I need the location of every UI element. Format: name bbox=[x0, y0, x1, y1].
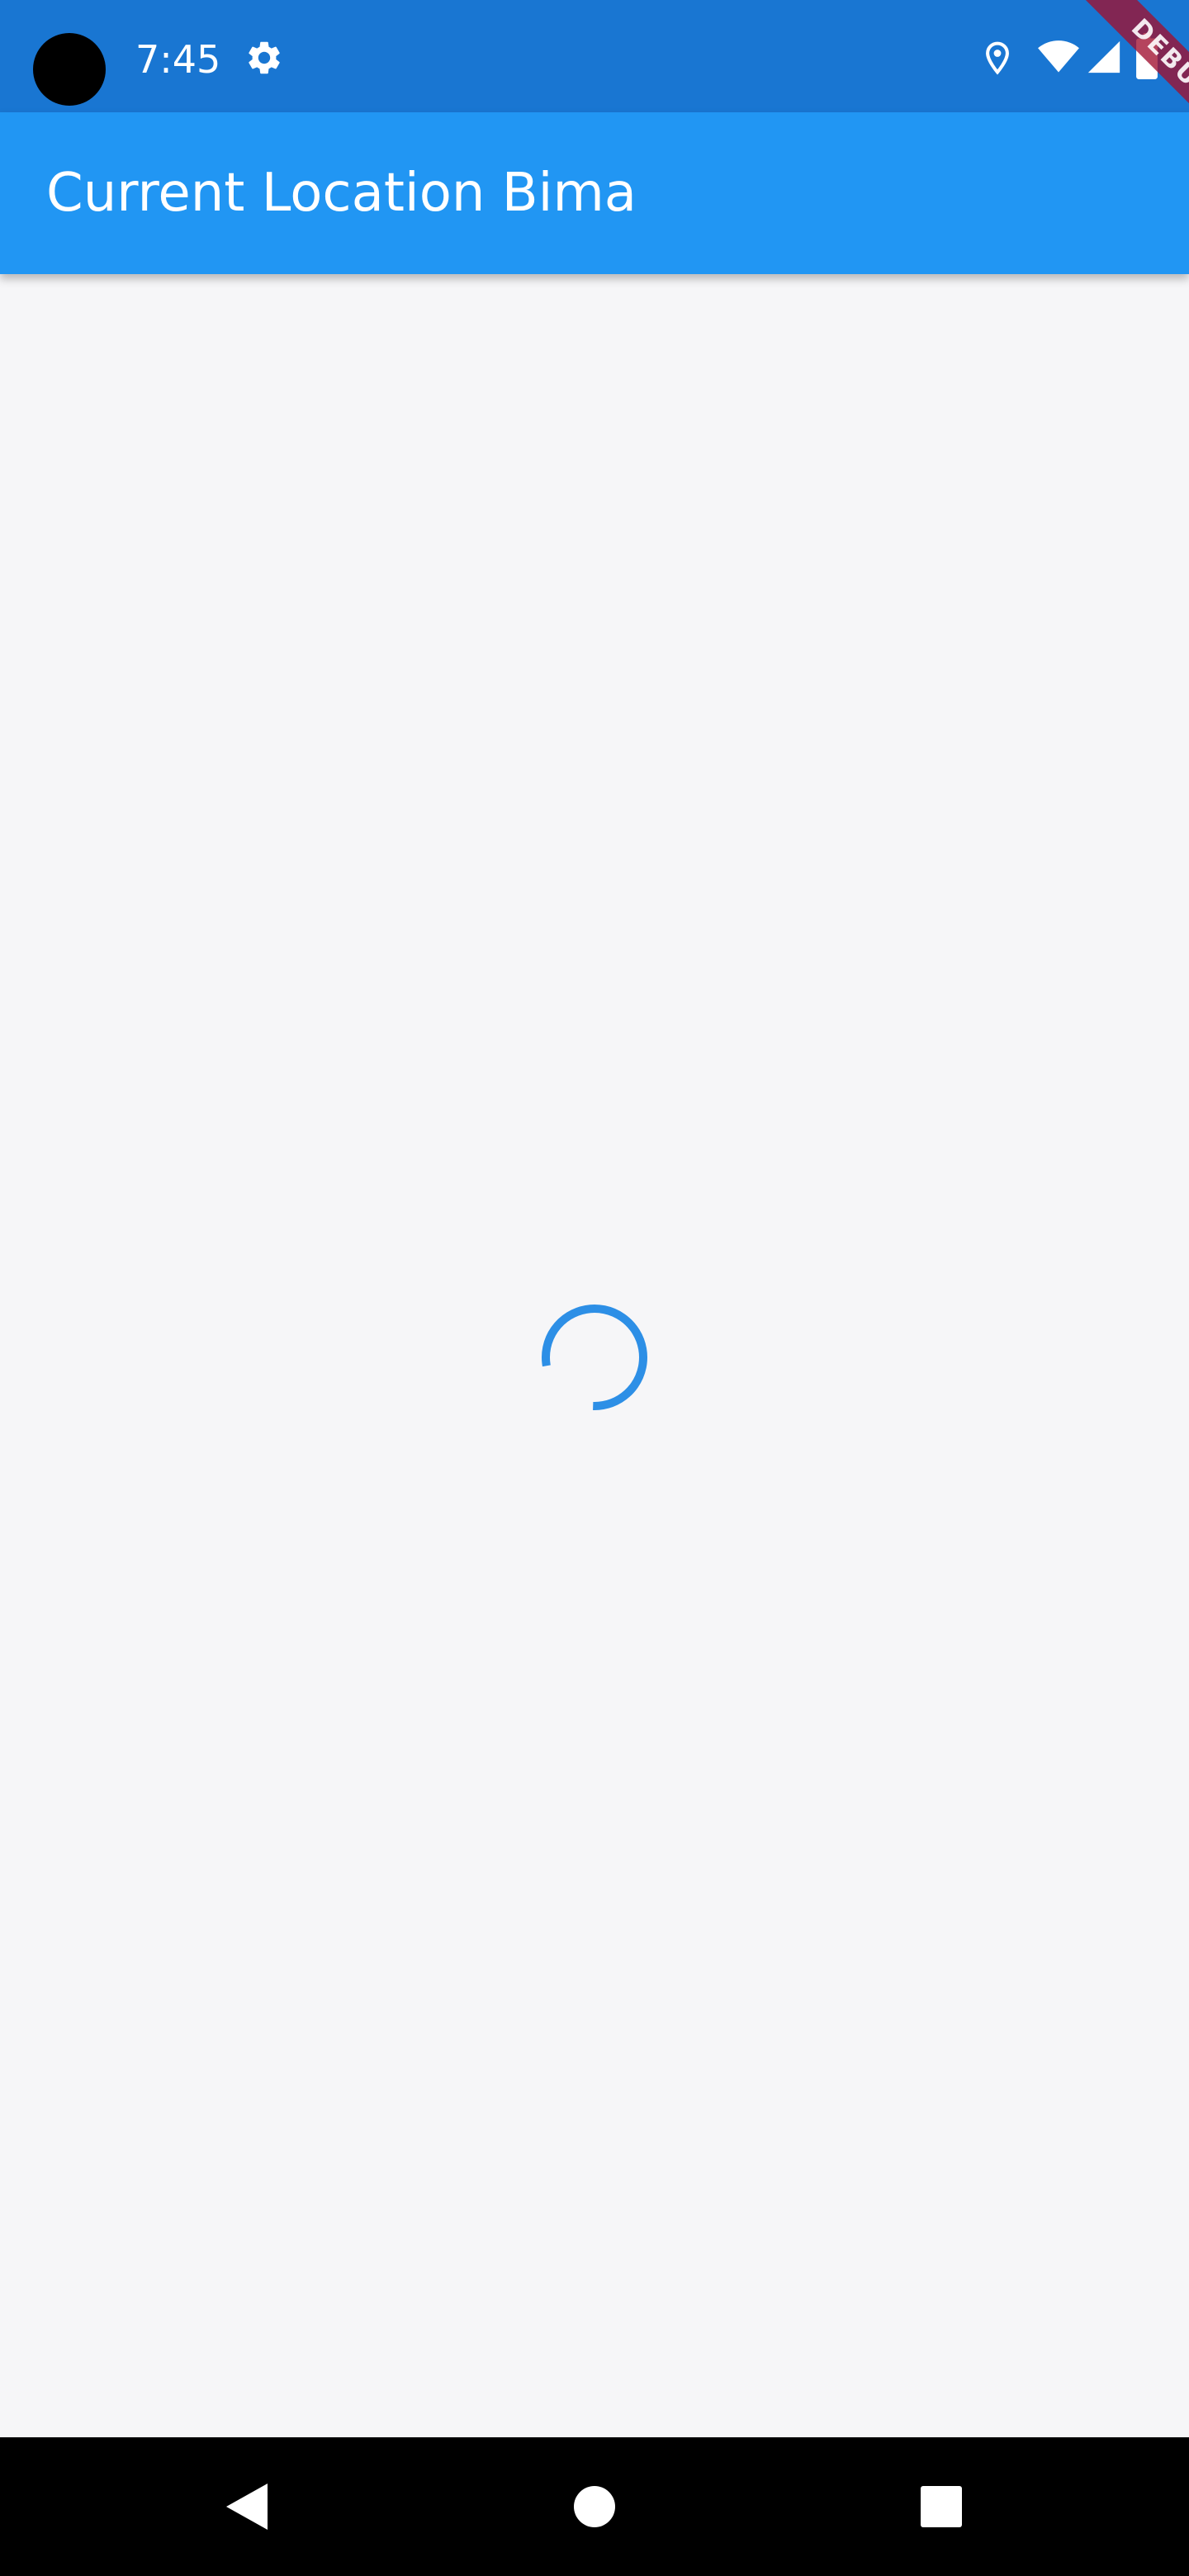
status-clock: 7:45 bbox=[135, 37, 221, 82]
battery-icon bbox=[1136, 33, 1158, 79]
status-bar: 7:45 bbox=[0, 0, 1189, 112]
nav-home-button[interactable] bbox=[525, 2437, 664, 2576]
nav-back-button[interactable] bbox=[178, 2437, 317, 2576]
camera-cutout bbox=[33, 33, 106, 106]
app-bar-title: Current Location Bima bbox=[46, 163, 637, 224]
recents-square-icon bbox=[921, 2486, 962, 2527]
settings-gear-icon bbox=[244, 38, 284, 78]
wifi-icon bbox=[1037, 38, 1080, 74]
navigation-bar bbox=[0, 2437, 1189, 2576]
back-triangle-icon bbox=[226, 2484, 268, 2530]
signal-icon bbox=[1085, 38, 1123, 76]
nav-recents-button[interactable] bbox=[872, 2437, 1011, 2576]
location-pin-icon bbox=[979, 38, 1016, 78]
loading-spinner bbox=[542, 1305, 647, 1410]
home-circle-icon bbox=[574, 2486, 615, 2527]
app-bar: Current Location Bima bbox=[0, 112, 1189, 274]
